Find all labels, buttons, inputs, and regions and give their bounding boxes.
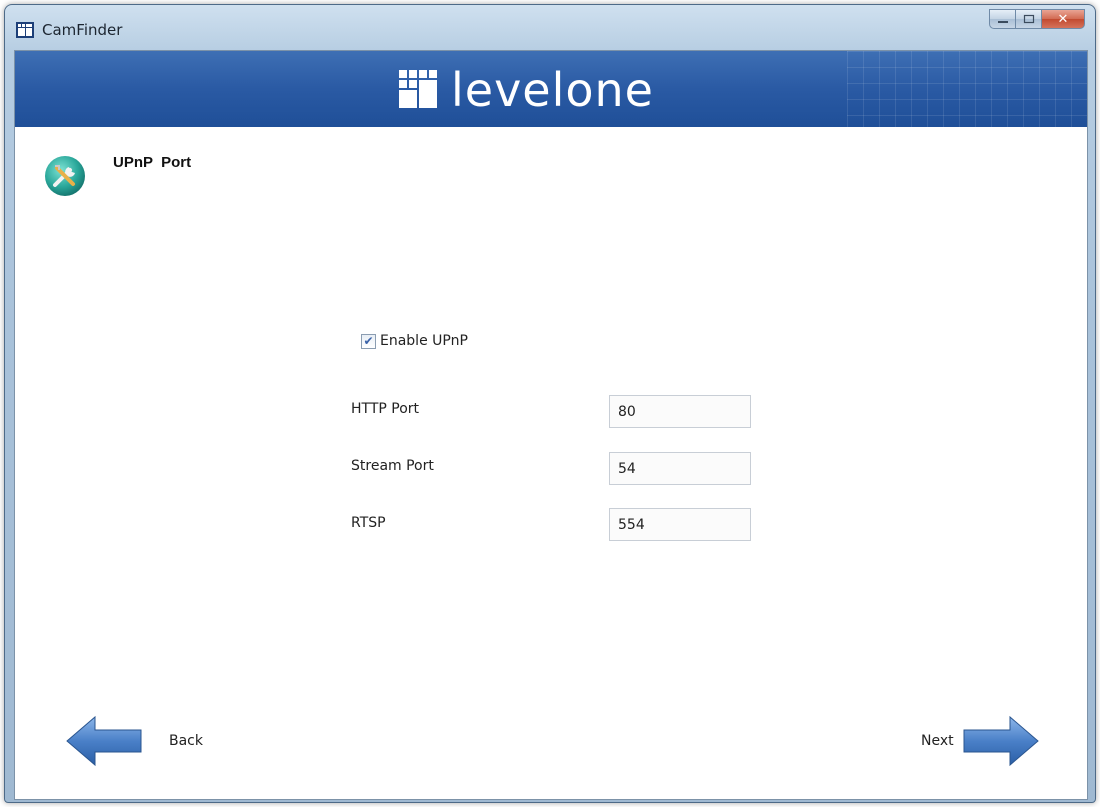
window-controls: ✕: [989, 9, 1085, 31]
brand-banner: levelone: [15, 51, 1087, 127]
wizard-panel: levelone UPnP Port ✔ Enable UPnP HTTP Po…: [14, 50, 1088, 800]
levelone-mark-icon: [399, 70, 437, 108]
back-label: Back: [169, 733, 203, 749]
brand-logo: levelone: [399, 65, 654, 115]
http-port-input[interactable]: [609, 395, 751, 428]
rtsp-port-input[interactable]: [609, 508, 751, 541]
arrow-left-icon: [66, 715, 142, 767]
maximize-icon: [1023, 14, 1034, 24]
minimize-button[interactable]: [989, 9, 1015, 29]
app-window: CamFinder ✕ levelone UPnP Port ✔ Enable …: [4, 4, 1096, 803]
minimize-icon: [997, 21, 1008, 23]
banner-grid-decoration: [847, 51, 1087, 127]
next-button[interactable]: Next: [921, 715, 1040, 767]
enable-upnp-row[interactable]: ✔ Enable UPnP: [361, 333, 468, 349]
stream-port-label: Stream Port: [351, 458, 434, 474]
back-button[interactable]: Back: [65, 715, 203, 767]
tools-icon: [45, 156, 85, 196]
arrow-right-icon: [963, 715, 1039, 767]
close-icon: ✕: [1057, 11, 1069, 27]
window-title: CamFinder: [42, 21, 123, 39]
page-title: UPnP Port: [113, 154, 192, 171]
enable-upnp-checkbox[interactable]: ✔: [361, 333, 376, 349]
levelone-logo-icon: [16, 22, 34, 38]
checkmark-icon: ✔: [363, 333, 374, 348]
rtsp-port-label: RTSP: [351, 515, 386, 531]
brand-name: levelone: [451, 63, 654, 117]
stream-port-input[interactable]: [609, 452, 751, 485]
enable-upnp-label: Enable UPnP: [380, 333, 468, 349]
maximize-button[interactable]: [1015, 9, 1041, 29]
http-port-label: HTTP Port: [351, 401, 420, 417]
title-bar[interactable]: CamFinder ✕: [5, 5, 1095, 45]
next-label: Next: [921, 733, 954, 749]
close-button[interactable]: ✕: [1041, 9, 1085, 29]
